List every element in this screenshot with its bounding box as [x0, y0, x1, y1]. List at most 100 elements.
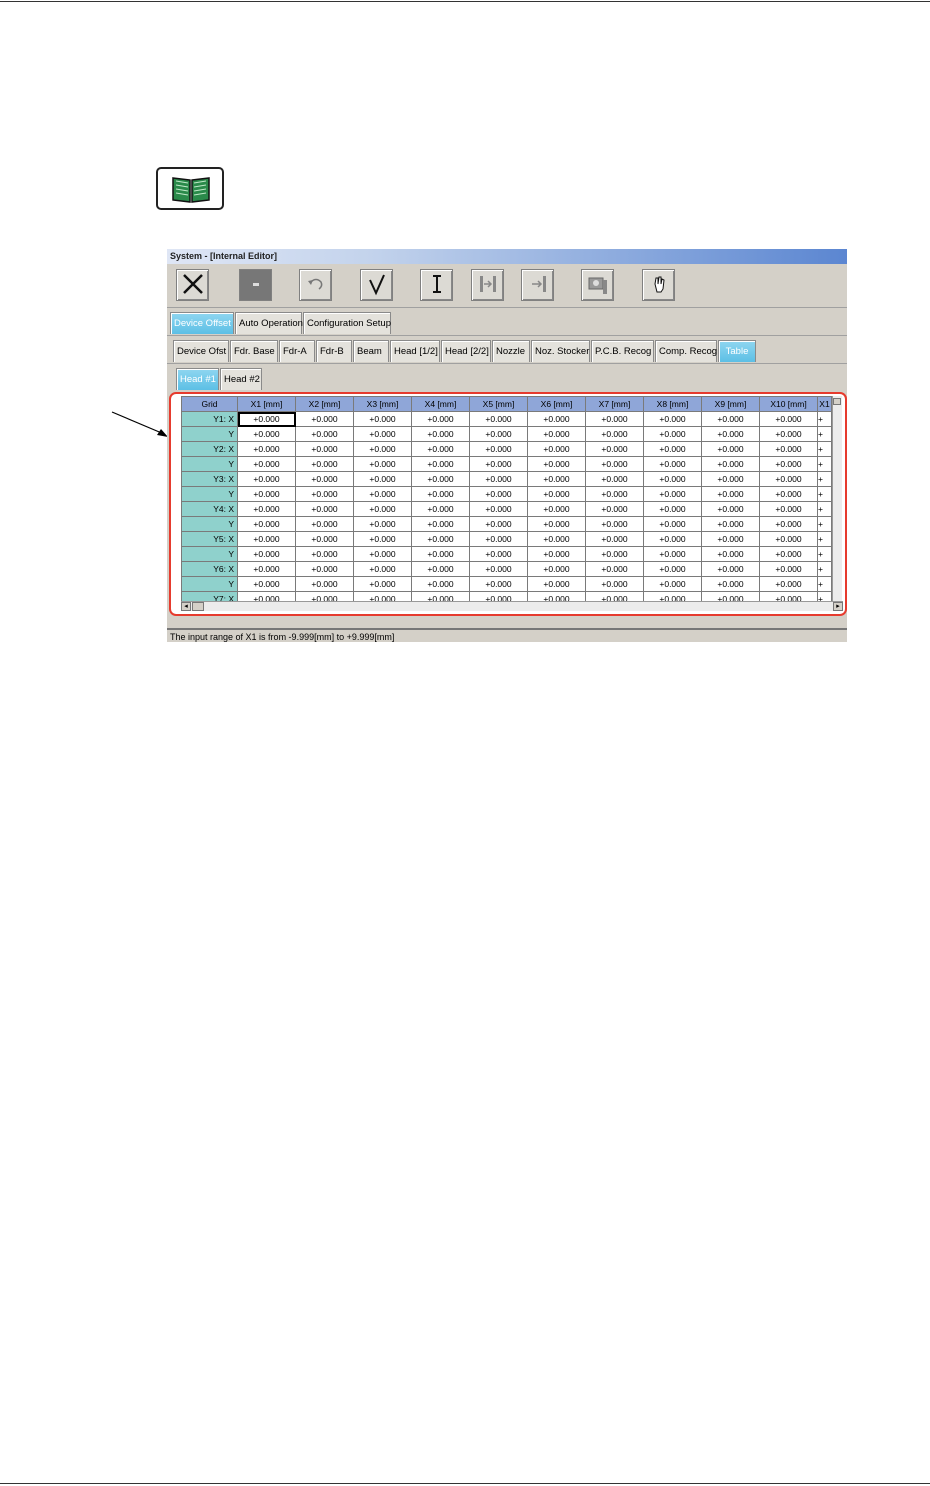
grid-cell[interactable]: +0.000: [411, 501, 470, 517]
grid-cell[interactable]: +0.000: [759, 456, 818, 472]
grid-cell[interactable]: +0.000: [469, 576, 528, 592]
grid-cell[interactable]: +0.000: [527, 486, 586, 502]
grid-cell[interactable]: +0.000: [353, 456, 412, 472]
grid-cell[interactable]: +0.000: [643, 546, 702, 562]
grid-cell[interactable]: +0.000: [759, 576, 818, 592]
tab-noz-stocker[interactable]: Noz. Stocker: [531, 340, 590, 362]
grid-cell[interactable]: +0.000: [237, 441, 296, 457]
grid-cell[interactable]: +0.000: [353, 486, 412, 502]
grid-cell-partial[interactable]: +: [817, 546, 832, 562]
grid-cell[interactable]: +0.000: [585, 546, 644, 562]
minus-button[interactable]: [239, 269, 272, 301]
grid-cell[interactable]: +0.000: [759, 471, 818, 487]
grid-cell[interactable]: +0.000: [295, 516, 354, 532]
grid-cell[interactable]: +0.000: [237, 561, 296, 577]
grid-cell-partial[interactable]: +: [817, 456, 832, 472]
grid-cell[interactable]: +0.000: [411, 561, 470, 577]
grid-cell[interactable]: +0.000: [701, 561, 760, 577]
grid-cell[interactable]: +0.000: [701, 441, 760, 457]
grid-cell[interactable]: +0.000: [295, 546, 354, 562]
grid-cell[interactable]: +0.000: [643, 471, 702, 487]
grid-cell[interactable]: +0.000: [469, 456, 528, 472]
tab-fdr-a[interactable]: Fdr-A: [279, 340, 315, 362]
grid-cell[interactable]: +0.000: [585, 516, 644, 532]
grid-cell[interactable]: +0.000: [643, 561, 702, 577]
grid-cell[interactable]: +0.000: [759, 411, 818, 427]
grid-cell[interactable]: +0.000: [527, 441, 586, 457]
grid-cell[interactable]: +0.000: [353, 411, 412, 427]
scroll-right-button[interactable]: ▸: [833, 602, 843, 611]
grid-cell[interactable]: +0.000: [295, 411, 354, 427]
grid-cell[interactable]: +0.000: [237, 531, 296, 547]
grid-cell[interactable]: +0.000: [527, 471, 586, 487]
grid-cell-partial[interactable]: +: [817, 516, 832, 532]
grid-cell[interactable]: +0.000: [585, 411, 644, 427]
grid-cell[interactable]: +0.000: [237, 411, 296, 427]
grid-cell[interactable]: +0.000: [701, 426, 760, 442]
grid-cell[interactable]: +0.000: [585, 486, 644, 502]
grid-cell[interactable]: +0.000: [701, 501, 760, 517]
grid-cell[interactable]: +0.000: [237, 426, 296, 442]
grid-cell[interactable]: +0.000: [585, 501, 644, 517]
grid-cell[interactable]: +0.000: [295, 471, 354, 487]
move-out-button[interactable]: [521, 269, 554, 301]
vertical-scrollbar[interactable]: [832, 396, 842, 602]
grid-cell[interactable]: +0.000: [411, 516, 470, 532]
grid-cell[interactable]: +0.000: [237, 516, 296, 532]
grid-cell[interactable]: +0.000: [527, 411, 586, 427]
horizontal-scroll-thumb[interactable]: [192, 602, 204, 611]
grid-cell[interactable]: +0.000: [643, 531, 702, 547]
grid-cell[interactable]: +0.000: [643, 426, 702, 442]
grid-cell[interactable]: +0.000: [527, 531, 586, 547]
grid-cell[interactable]: +0.000: [759, 516, 818, 532]
grid-cell[interactable]: +0.000: [295, 486, 354, 502]
tab-fdr-base[interactable]: Fdr. Base: [230, 340, 278, 362]
tab-auto-operation[interactable]: Auto Operation: [235, 312, 303, 334]
grid-cell[interactable]: +0.000: [701, 486, 760, 502]
grid-cell[interactable]: +0.000: [643, 486, 702, 502]
grid-cell[interactable]: +0.000: [527, 546, 586, 562]
grid-cell[interactable]: +0.000: [353, 516, 412, 532]
grid-cell[interactable]: +0.000: [411, 426, 470, 442]
grid-cell[interactable]: +0.000: [411, 441, 470, 457]
grid-cell[interactable]: +0.000: [759, 426, 818, 442]
grid-cell[interactable]: +0.000: [469, 531, 528, 547]
grid-cell[interactable]: +0.000: [295, 501, 354, 517]
grid-cell[interactable]: +0.000: [759, 441, 818, 457]
tab-head-1[interactable]: Head #1: [176, 368, 219, 390]
grid-cell[interactable]: +0.000: [353, 546, 412, 562]
grid-cell[interactable]: +0.000: [353, 471, 412, 487]
grid-cell[interactable]: +0.000: [585, 441, 644, 457]
grid-cell[interactable]: +0.000: [701, 516, 760, 532]
grid-cell-partial[interactable]: +: [817, 561, 832, 577]
grid-cell[interactable]: +0.000: [469, 426, 528, 442]
grid-cell[interactable]: +0.000: [411, 486, 470, 502]
grid-cell[interactable]: +0.000: [527, 426, 586, 442]
grid-cell[interactable]: +0.000: [527, 516, 586, 532]
grid-cell[interactable]: +0.000: [643, 576, 702, 592]
grid-cell[interactable]: +0.000: [295, 456, 354, 472]
grid-cell[interactable]: +0.000: [701, 546, 760, 562]
grid-cell[interactable]: +0.000: [701, 456, 760, 472]
hand-button[interactable]: [642, 269, 675, 301]
text-cursor-button[interactable]: [420, 269, 453, 301]
grid-cell-partial[interactable]: +: [817, 486, 832, 502]
tab-head-1-2[interactable]: Head [1/2]: [390, 340, 440, 362]
grid-cell[interactable]: +0.000: [585, 456, 644, 472]
grid-cell[interactable]: +0.000: [585, 426, 644, 442]
grid-cell[interactable]: +0.000: [527, 501, 586, 517]
close-button[interactable]: [176, 269, 209, 301]
grid-cell[interactable]: +0.000: [353, 441, 412, 457]
grid-cell[interactable]: +0.000: [759, 561, 818, 577]
grid-cell[interactable]: +0.000: [237, 576, 296, 592]
grid-cell[interactable]: +0.000: [585, 531, 644, 547]
grid-cell[interactable]: +0.000: [469, 516, 528, 532]
grid-cell[interactable]: +0.000: [469, 561, 528, 577]
grid-cell[interactable]: +0.000: [759, 501, 818, 517]
grid-cell[interactable]: +0.000: [701, 471, 760, 487]
grid-cell[interactable]: +0.000: [585, 561, 644, 577]
grid-cell-partial[interactable]: +: [817, 501, 832, 517]
grid-cell-partial[interactable]: +: [817, 411, 832, 427]
scroll-left-button[interactable]: ◂: [181, 602, 191, 611]
tab-configuration-setup[interactable]: Configuration Setup: [303, 312, 391, 334]
